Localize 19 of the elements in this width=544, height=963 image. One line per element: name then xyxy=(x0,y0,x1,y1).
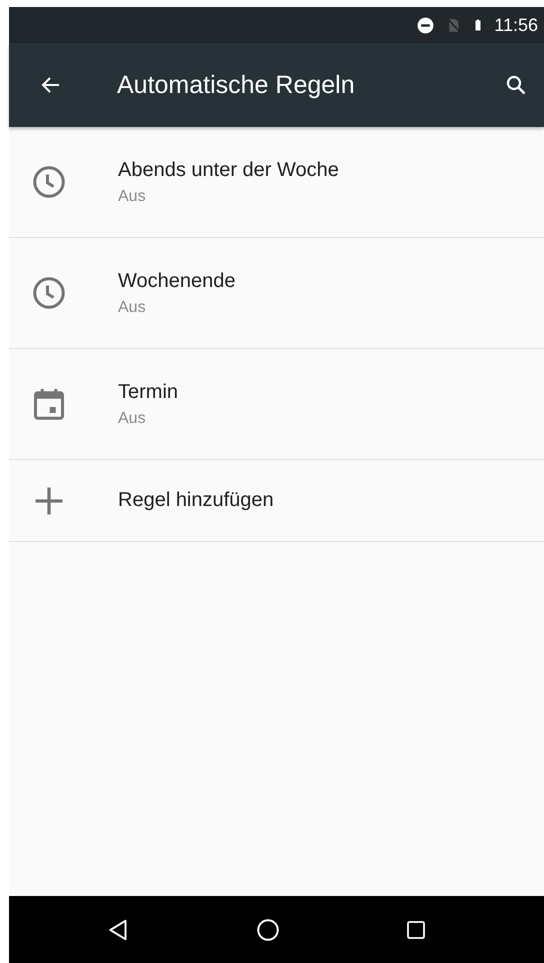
rule-item[interactable]: Termin Aus xyxy=(9,349,544,460)
calendar-icon xyxy=(31,386,67,422)
rule-status: Aus xyxy=(118,410,147,428)
rule-title: Abends unter der Woche xyxy=(118,158,339,182)
rule-status: Aus xyxy=(118,298,147,316)
rule-title: Regel hinzufügen xyxy=(118,489,274,512)
clock-icon xyxy=(31,275,67,311)
rule-status: Aus xyxy=(118,188,147,206)
rule-title: Wochenende xyxy=(118,270,236,292)
do-not-disturb-icon xyxy=(416,16,436,34)
screen-title: Automatische Regeln xyxy=(117,70,356,100)
search-icon[interactable] xyxy=(504,73,528,97)
home-circle-icon[interactable] xyxy=(254,916,280,942)
rule-item[interactable]: Abends unter der Woche Aus xyxy=(9,127,544,238)
rule-title: Termin xyxy=(118,380,178,404)
clock-time: 11:56 xyxy=(494,14,538,36)
rule-item[interactable]: Wochenende Aus xyxy=(9,238,544,349)
clock-icon xyxy=(31,164,67,200)
rule-item[interactable]: Regel hinzufügen xyxy=(9,460,544,542)
